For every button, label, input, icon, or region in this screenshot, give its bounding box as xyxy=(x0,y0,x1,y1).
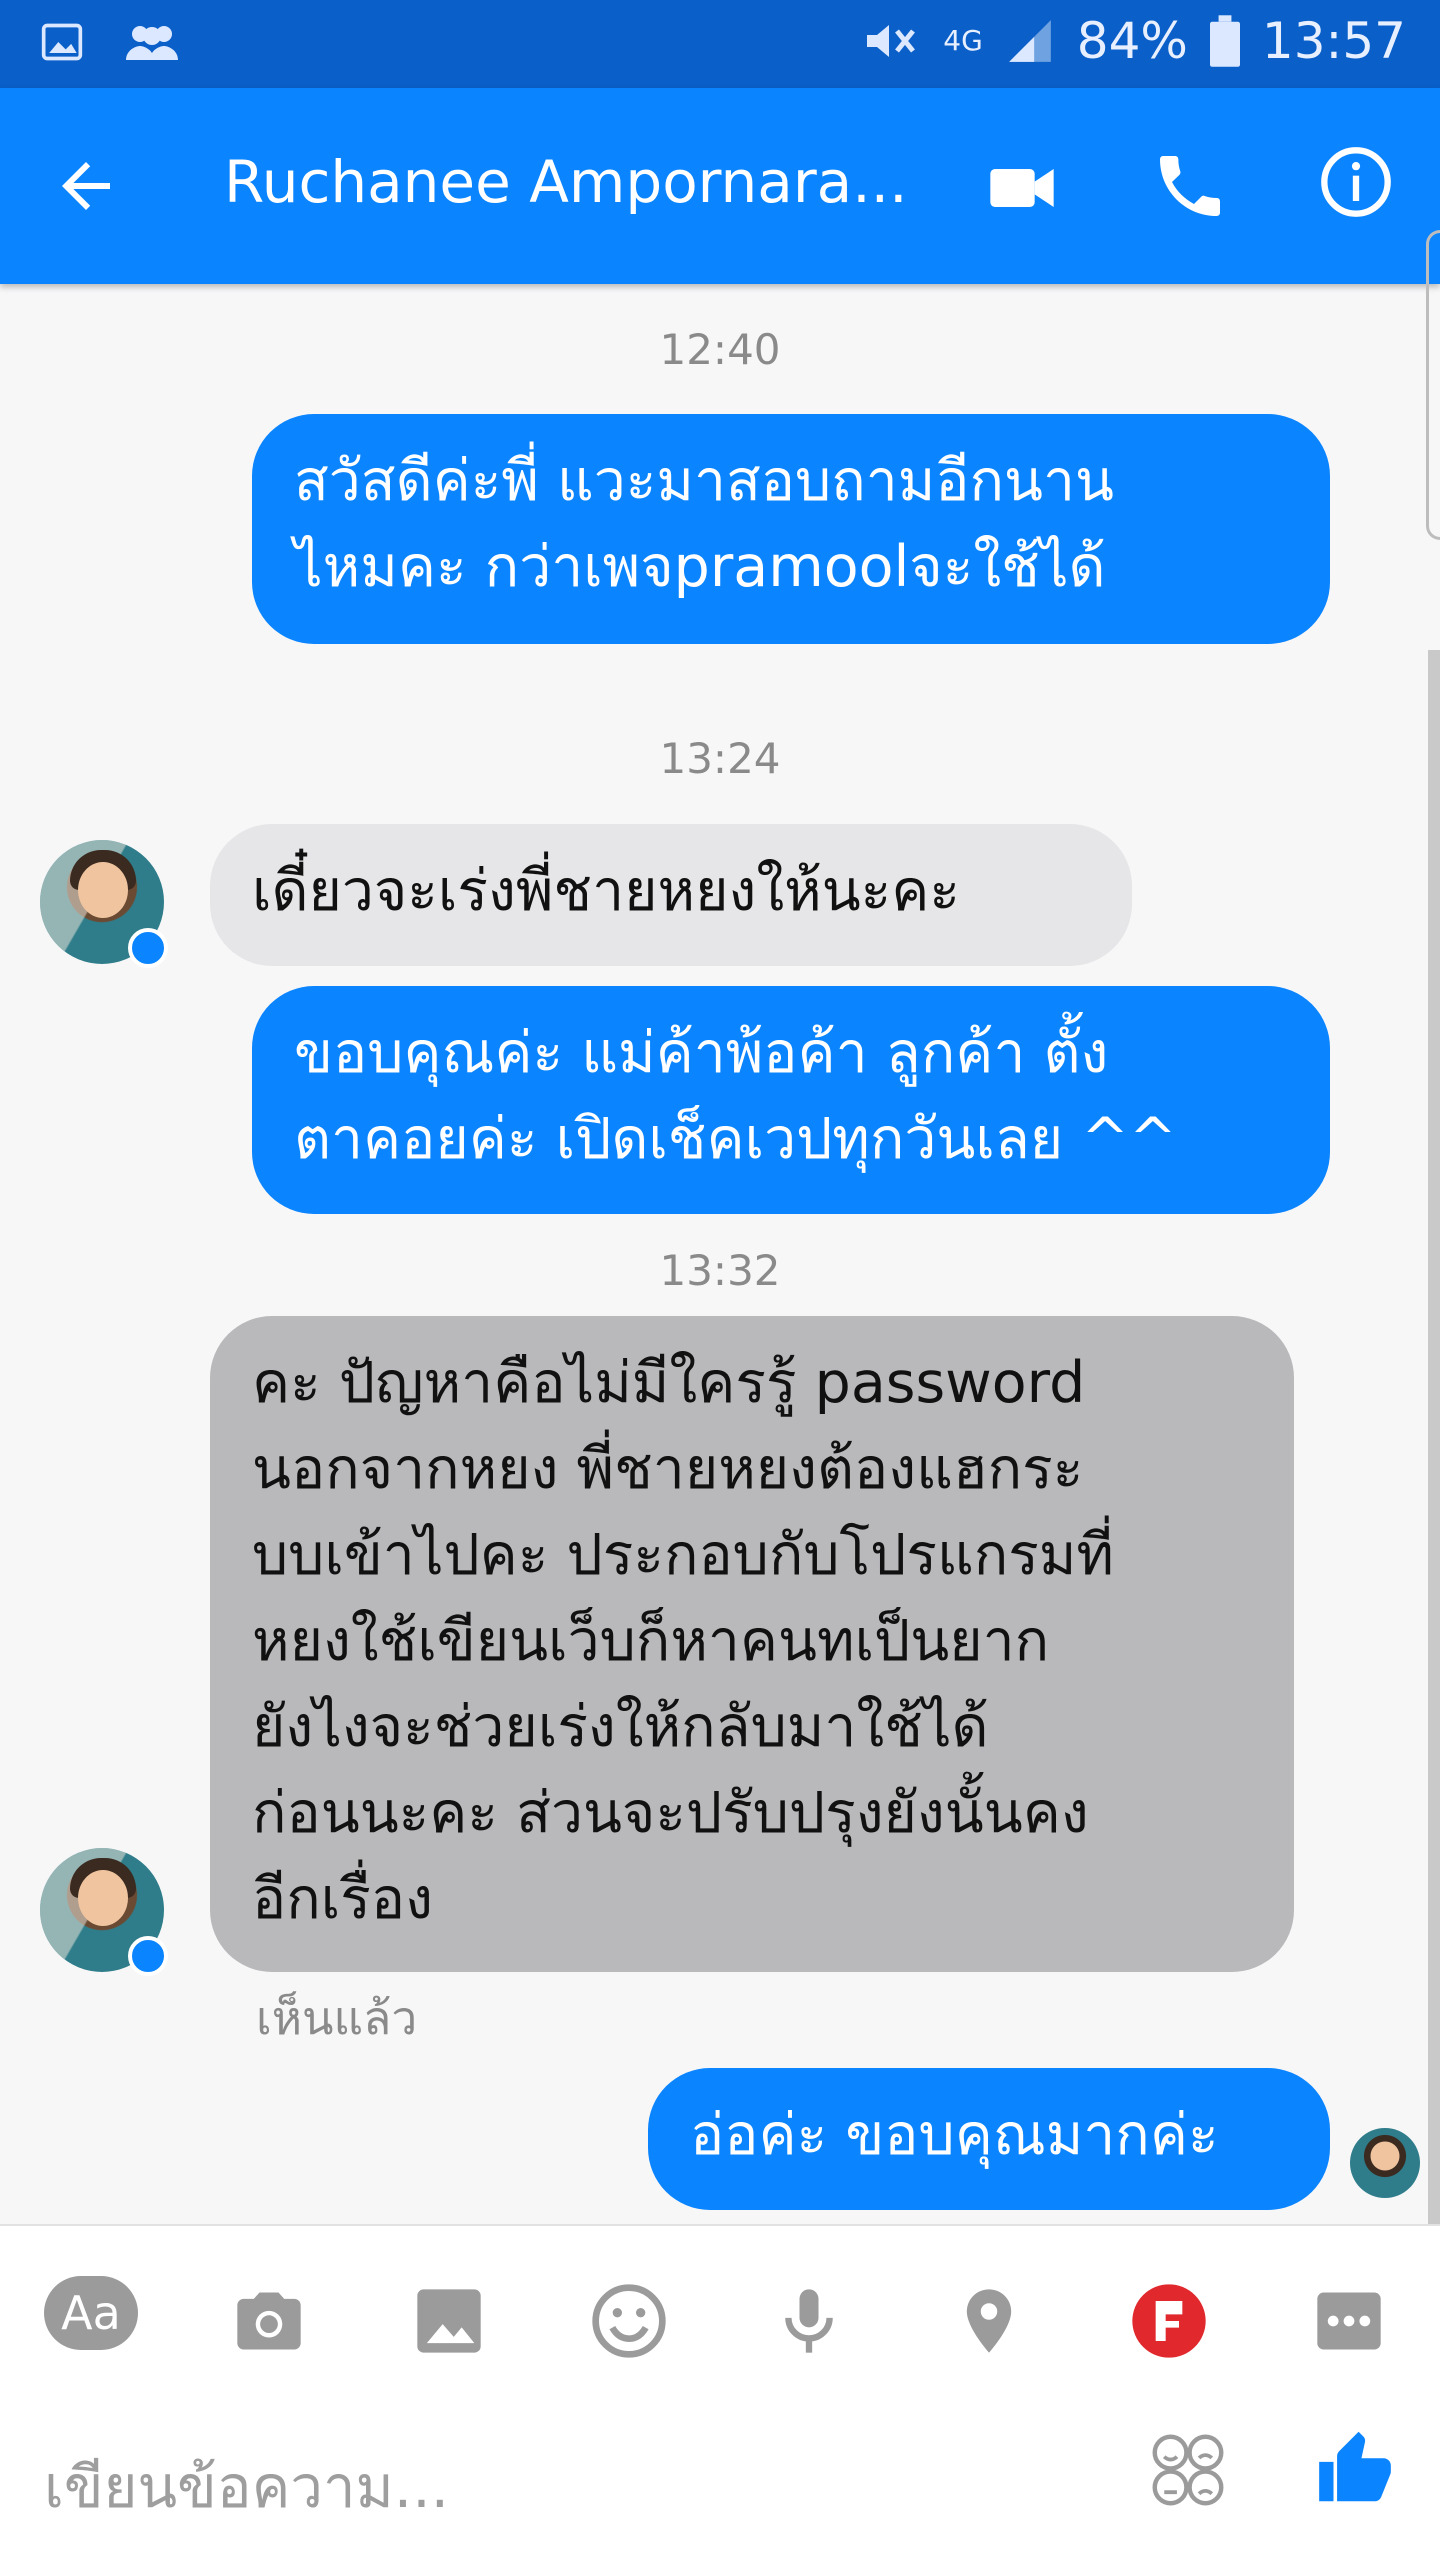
battery-level: 84% xyxy=(1076,12,1188,70)
message-line: นอกจากหยง พี่ชายหยงต้องแฮกระ xyxy=(252,1436,1084,1502)
message-line: เดี๋ยวจะเร่งพี่ชายหยงให้นะคะ xyxy=(252,858,961,924)
message-input[interactable]: เขียนข้อความ... xyxy=(44,2440,449,2533)
side-handle[interactable] xyxy=(1426,230,1440,540)
contact-avatar[interactable] xyxy=(40,1848,168,1976)
back-arrow-icon[interactable] xyxy=(50,150,122,222)
contact-name[interactable]: Ruchanee Ampornara... xyxy=(224,148,904,216)
message-line: ตาคอยค่ะ เปิดเช็คเวปทุกวันเลย ^^ xyxy=(294,1106,1177,1172)
contacts-icon xyxy=(126,26,178,60)
video-call-icon[interactable] xyxy=(984,150,1060,226)
flag-button[interactable] xyxy=(1124,2276,1214,2366)
emoji-button[interactable] xyxy=(1150,2432,1226,2512)
camera-button[interactable] xyxy=(224,2276,314,2366)
outgoing-message[interactable]: สวัสดีค่ะพี่ แวะมาสอบถามอีกนาน ไหมคะ กว่… xyxy=(252,414,1330,644)
more-icon xyxy=(1317,2292,1381,2350)
read-receipt-avatar xyxy=(1350,2128,1420,2198)
message-line: ไหมคะ กว่าเพจpramoolจะใช้ได้ xyxy=(294,534,1106,600)
flag-icon xyxy=(1132,2284,1206,2358)
incoming-message[interactable]: เดี๋ยวจะเร่งพี่ชายหยงให้นะคะ xyxy=(210,824,1132,966)
location-icon xyxy=(966,2289,1012,2353)
clock: 13:57 xyxy=(1261,12,1406,70)
message-line: บบเข้าไปคะ ประกอบกับโปรแกรมที่ xyxy=(252,1522,1114,1588)
smiley-icon xyxy=(592,2284,666,2358)
gallery-button[interactable] xyxy=(404,2276,494,2366)
contact-avatar[interactable] xyxy=(40,840,168,968)
scrollbar[interactable] xyxy=(1428,650,1440,2225)
messenger-badge-icon xyxy=(128,1936,168,1976)
thumbs-up-icon xyxy=(1319,2431,1391,2502)
phone-icon[interactable] xyxy=(1150,146,1230,226)
gallery-icon xyxy=(417,2289,481,2353)
voice-button[interactable] xyxy=(764,2276,854,2366)
message-line: หยงใช้เขียนเว็บก็หาคนทเป็นยาก xyxy=(252,1608,1050,1674)
message-line: สวัสดีค่ะพี่ แวะมาสอบถามอีกนาน xyxy=(294,448,1114,514)
message-line: ก่อนนะคะ ส่วนจะปรับปรุงยังนั้นคง xyxy=(252,1780,1089,1846)
camera-icon xyxy=(237,2292,301,2350)
emoji-faces-icon xyxy=(1152,2434,1224,2506)
outgoing-message[interactable]: อ่อค่ะ ขอบคุณมากค่ะ xyxy=(648,2068,1330,2210)
text-format-button[interactable]: Aa xyxy=(44,2276,138,2350)
messenger-badge-icon xyxy=(128,928,168,968)
microphone-icon xyxy=(785,2289,833,2353)
message-line: ขอบคุณค่ะ แม่ค้าพ้อค้า ลูกค้า ตั้ง xyxy=(294,1020,1109,1086)
info-icon[interactable] xyxy=(1318,144,1394,220)
seen-status: เห็นแล้ว xyxy=(256,1991,418,2045)
timestamp: 13:24 xyxy=(659,734,781,783)
timestamp: 12:40 xyxy=(659,325,781,374)
timestamp: 13:32 xyxy=(659,1246,781,1295)
image-icon xyxy=(41,23,83,61)
message-line: อ่อค่ะ ขอบคุณมากค่ะ xyxy=(690,2102,1219,2168)
network-4g-icon: 4G xyxy=(943,24,983,57)
outgoing-message[interactable]: ขอบคุณค่ะ แม่ค้าพ้อค้า ลูกค้า ตั้ง ตาคอย… xyxy=(252,986,1330,1214)
signal-icon xyxy=(1008,20,1051,62)
message-line: คะ ปัญหาคือไม่มีใครรู้ password xyxy=(252,1350,1086,1416)
conversation-header: Ruchanee Ampornara... xyxy=(0,88,1440,284)
status-bar: 4G 84% 13:57 xyxy=(0,0,1440,88)
like-button[interactable] xyxy=(1312,2426,1398,2516)
battery-icon xyxy=(1209,15,1240,67)
sticker-button[interactable] xyxy=(584,2276,674,2366)
message-line: อีกเรื่อง xyxy=(252,1866,433,1932)
mute-icon xyxy=(867,25,916,57)
location-button[interactable] xyxy=(944,2276,1034,2366)
message-line: ยังไงจะช่วยเร่งให้กลับมาใช้ได้ xyxy=(252,1694,989,1760)
incoming-message[interactable]: คะ ปัญหาคือไม่มีใครรู้ password นอกจากหย… xyxy=(210,1316,1294,1972)
more-button[interactable] xyxy=(1304,2276,1394,2366)
